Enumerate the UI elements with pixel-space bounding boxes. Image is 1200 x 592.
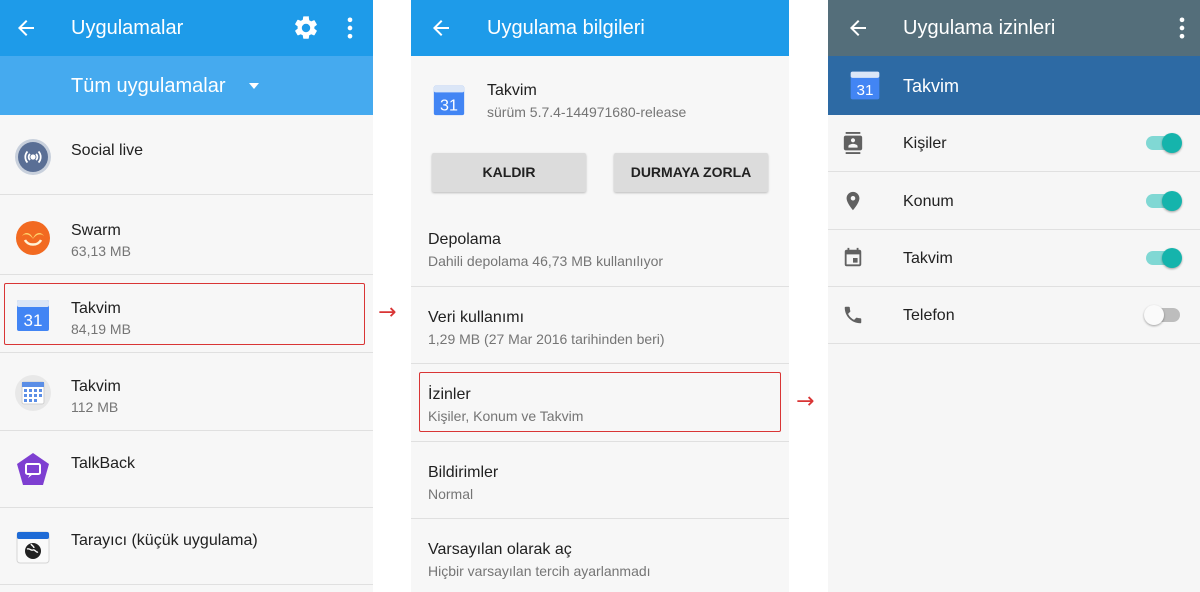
google-calendar-icon: 31 — [850, 71, 880, 100]
app-list-item[interactable]: Takvim 112 MB — [0, 354, 373, 431]
talkback-icon — [17, 453, 49, 485]
permission-item-contacts[interactable]: Kişiler — [828, 115, 1200, 172]
app-list-item[interactable]: Social live — [0, 118, 373, 195]
permission-label: Konum — [903, 193, 954, 210]
google-calendar-icon: 31 — [433, 85, 465, 116]
permission-label: Takvim — [903, 250, 953, 267]
row-subtitle: Dahili depolama 46,73 MB kullanılıyor — [428, 253, 664, 269]
calendar-icon — [844, 247, 862, 267]
row-title: Depolama — [428, 231, 501, 248]
back-arrow-icon[interactable] — [846, 16, 870, 40]
open-by-default-row[interactable]: Varsayılan olarak aç Hiçbir varsayılan t… — [411, 518, 789, 592]
step-arrow: → — [378, 300, 397, 325]
toggle-knob — [1144, 305, 1164, 325]
permission-item-calendar[interactable]: Takvim — [828, 230, 1200, 287]
svg-text:31: 31 — [440, 96, 458, 114]
app-name: Takvim — [71, 378, 121, 395]
app-info-app-bar: Uygulama bilgileri — [411, 0, 789, 56]
more-vert-icon[interactable] — [1168, 14, 1196, 42]
back-arrow-icon[interactable] — [14, 16, 38, 40]
apps-list-screen: Uygulamalar Tüm uygulamalar Social live — [0, 0, 373, 592]
permission-item-phone[interactable]: Telefon — [828, 287, 1200, 344]
row-title: Bildirimler — [428, 464, 499, 481]
phone-icon — [844, 306, 862, 324]
notifications-row[interactable]: Bildirimler Normal — [411, 441, 789, 518]
apps-filter-label: Tüm uygulamalar — [71, 75, 226, 97]
apps-title: Uygulamalar — [71, 17, 184, 39]
swarm-icon — [16, 221, 50, 255]
apps-app-bar: Uygulamalar — [0, 0, 373, 56]
app-list-item[interactable]: Swarm 63,13 MB — [0, 198, 373, 275]
permissions-app-header: 31 Takvim — [828, 56, 1200, 115]
more-vert-icon[interactable] — [336, 14, 364, 42]
calendar-toggle[interactable] — [1146, 248, 1182, 268]
location-toggle[interactable] — [1146, 191, 1182, 211]
app-name: Tarayıcı (küçük uygulama) — [71, 532, 258, 549]
gear-icon[interactable] — [292, 14, 320, 42]
svg-text:31: 31 — [857, 82, 874, 99]
force-stop-button[interactable]: DURMAYA ZORLA — [614, 153, 768, 192]
permission-item-location[interactable]: Konum — [828, 173, 1200, 230]
app-permissions-screen: Uygulama izinleri 31 Takvim Kişiler Konu… — [828, 0, 1200, 592]
uninstall-button[interactable]: KALDIR — [432, 153, 586, 192]
app-info-version: sürüm 5.7.4-144971680-release — [487, 104, 687, 120]
contacts-icon — [843, 132, 863, 154]
permissions-app-bar: Uygulama izinleri — [828, 0, 1200, 56]
data-usage-row[interactable]: Veri kullanımı 1,29 MB (27 Mar 2016 tari… — [411, 286, 789, 363]
toggle-knob — [1162, 133, 1182, 153]
storage-row[interactable]: Depolama Dahili depolama 46,73 MB kullan… — [411, 209, 789, 286]
app-size: 112 MB — [71, 399, 119, 415]
app-info-header: 31 Takvim sürüm 5.7.4-144971680-release — [411, 56, 789, 134]
permissions-app-name: Takvim — [903, 76, 960, 96]
browser-icon — [16, 531, 50, 564]
app-name: Swarm — [71, 222, 121, 239]
app-list-item[interactable]: Tarayıcı (küçük uygulama) — [0, 508, 373, 585]
highlight-box-permissions — [419, 372, 781, 432]
app-name: Social live — [71, 142, 144, 159]
calendar-app-icon — [15, 375, 51, 411]
toggle-knob — [1162, 191, 1182, 211]
phone-toggle[interactable] — [1144, 305, 1180, 325]
toggle-knob — [1162, 248, 1182, 268]
row-title: Veri kullanımı — [428, 309, 525, 326]
row-title: Varsayılan olarak aç — [428, 541, 572, 558]
contacts-toggle[interactable] — [1146, 133, 1182, 153]
permission-label: Kişiler — [903, 135, 947, 152]
social-live-icon — [15, 139, 51, 175]
dropdown-caret-icon — [249, 83, 259, 89]
location-pin-icon — [846, 191, 860, 211]
tutorial-composite: Uygulamalar Tüm uygulamalar Social live — [0, 0, 1200, 592]
step-arrow: → — [796, 389, 815, 414]
app-size: 63,13 MB — [71, 243, 131, 259]
app-list-item[interactable]: TalkBack — [0, 431, 373, 508]
app-name: TalkBack — [71, 455, 136, 472]
row-subtitle: 1,29 MB (27 Mar 2016 tarihinden beri) — [428, 331, 665, 347]
app-info-name: Takvim — [487, 82, 537, 99]
app-info-title: Uygulama bilgileri — [487, 17, 645, 39]
permission-label: Telefon — [903, 307, 955, 324]
apps-filter-bar[interactable]: Tüm uygulamalar — [0, 56, 373, 115]
row-subtitle: Hiçbir varsayılan tercih ayarlanmadı — [428, 563, 651, 579]
row-subtitle: Normal — [428, 486, 474, 502]
app-info-screen: Uygulama bilgileri 31 Takvim sürüm 5.7.4… — [411, 0, 789, 592]
permissions-title: Uygulama izinleri — [903, 17, 1056, 39]
highlight-box-app — [4, 283, 365, 345]
back-arrow-icon[interactable] — [429, 16, 453, 40]
